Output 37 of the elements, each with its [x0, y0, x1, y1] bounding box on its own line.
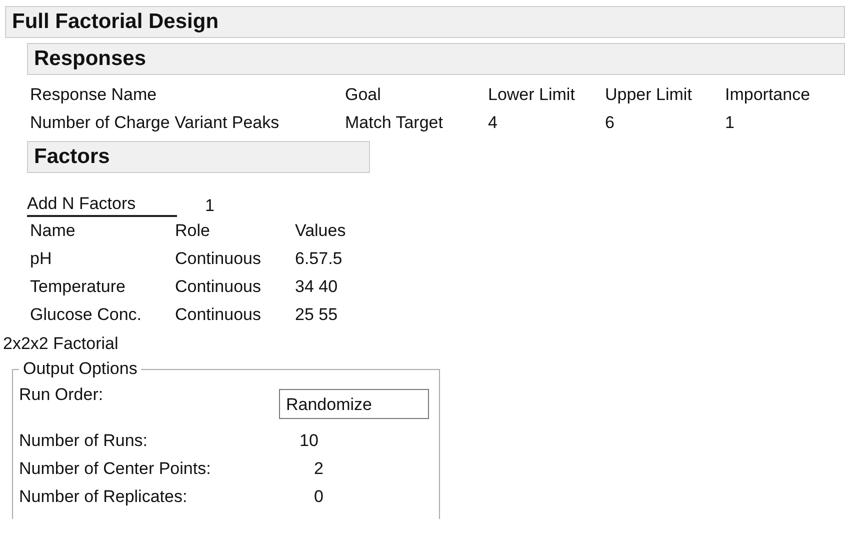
group-title: Output Options [22, 359, 138, 379]
field-label: Number of Runs: [19, 430, 148, 452]
section-header[interactable]: Responses [27, 43, 845, 75]
table-cell-text: Glucose Conc. [30, 304, 142, 326]
table-cell-text: Continuous [175, 276, 262, 298]
column-header: Goal [345, 84, 382, 106]
column-header: Importance [725, 84, 812, 106]
column-header: Role [175, 220, 211, 242]
field-label: Run Order: [19, 384, 104, 406]
table-cell-text: 34 40 [295, 276, 339, 298]
column-header: Values [295, 220, 347, 242]
table-cell-text: Number of Charge Variant Peaks [30, 112, 280, 134]
table-cell-text: 1 [725, 112, 736, 134]
table-cell-text: 4 [488, 112, 498, 134]
column-header: Upper Limit [605, 84, 693, 106]
run-order-field[interactable]: Randomize [279, 389, 429, 419]
column-header: Lower Limit [488, 84, 576, 106]
replicates-value: 0 [314, 486, 324, 508]
center-points-value: 2 [314, 458, 324, 480]
section-header[interactable]: Full Factorial Design [5, 6, 845, 38]
field-label: Number of Replicates: [19, 486, 188, 508]
table-cell-text: 25 55 [295, 304, 339, 326]
table-cell-text: 6.57.5 [295, 248, 344, 270]
add-factors-label: Add N Factors [27, 193, 177, 217]
table-cell-text: pH [30, 248, 53, 270]
factor-count: 1 [205, 195, 214, 217]
column-header: Response Name [30, 84, 158, 106]
field-label: Number of Center Points: [19, 458, 212, 480]
table-cell-text: Temperature [30, 276, 126, 298]
section-header[interactable]: Factors [27, 141, 370, 173]
column-header: Name [30, 220, 76, 242]
run-count: 10 [300, 430, 318, 452]
table-cell-text: Continuous [175, 304, 262, 326]
design-type: 2x2x2 Factorial [3, 333, 120, 355]
table-cell-text: Continuous [175, 248, 262, 270]
table-cell-text: Match Target [345, 112, 444, 134]
table-cell-text: 6 [605, 112, 616, 134]
